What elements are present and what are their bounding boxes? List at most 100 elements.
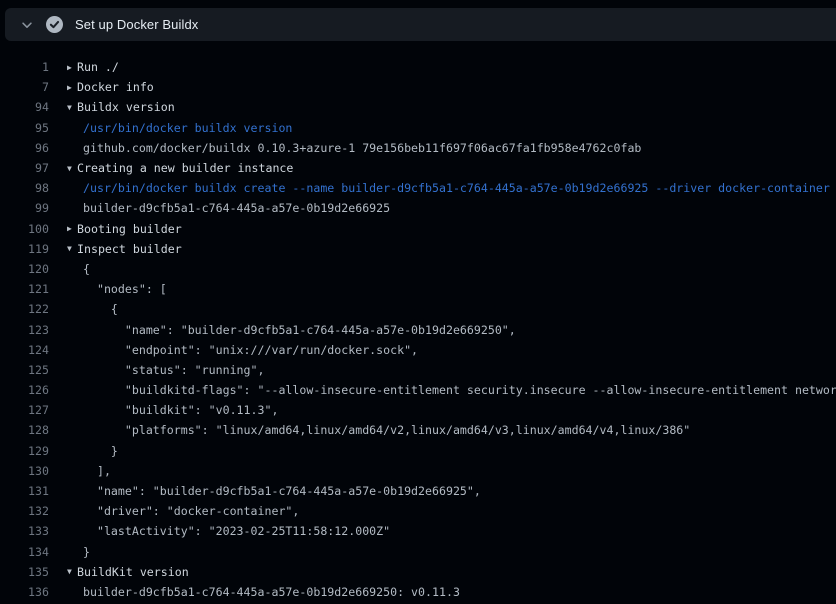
line-number-link[interactable]: 98 <box>0 181 49 195</box>
log-line: 96 github.com/docker/buildx 0.10.3+azure… <box>0 138 836 158</box>
line-number-link[interactable]: 97 <box>0 161 49 175</box>
step-title: Set up Docker Buildx <box>75 17 198 32</box>
line-number-link[interactable]: 131 <box>0 484 49 498</box>
log-line: 1 ▶ Run ./ <box>0 57 836 77</box>
log-line: 121 "nodes": [ <box>0 279 836 299</box>
group-toggle-icon[interactable]: ▶ <box>67 224 77 233</box>
log-line-body: } <box>83 545 90 559</box>
line-number-link[interactable]: 126 <box>0 383 49 397</box>
line-number-link[interactable]: 125 <box>0 363 49 377</box>
log-line: 98 /usr/bin/docker buildx create --name … <box>0 178 836 198</box>
log-line-text: "endpoint": "unix:///var/run/docker.sock… <box>83 343 418 357</box>
group-toggle-icon[interactable]: ▼ <box>67 244 77 253</box>
log-line-text: "driver": "docker-container", <box>83 504 299 518</box>
log-line: 132 "driver": "docker-container", <box>0 501 836 521</box>
log-line-body: "name": "builder-d9cfb5a1-c764-445a-a57e… <box>83 484 481 498</box>
chevron-down-icon[interactable] <box>19 17 35 33</box>
log-line-body[interactable]: ▶ Docker info <box>67 80 154 94</box>
log-line: 135 ▼ BuildKit version <box>0 562 836 582</box>
log-line: 95 /usr/bin/docker buildx version <box>0 118 836 138</box>
log-line-text: Inspect builder <box>77 242 182 256</box>
log-line-text: "buildkit": "v0.11.3", <box>83 403 278 417</box>
line-number-link[interactable]: 132 <box>0 504 49 518</box>
log-line-body: "driver": "docker-container", <box>83 504 299 518</box>
log-line-text: /usr/bin/docker buildx create --name bui… <box>83 181 830 195</box>
log-line: 136 builder-d9cfb5a1-c764-445a-a57e-0b19… <box>0 582 836 602</box>
line-number-link[interactable]: 135 <box>0 565 49 579</box>
log-line-text: builder-d9cfb5a1-c764-445a-a57e-0b19d2e6… <box>83 585 460 599</box>
log-line: 130 ], <box>0 461 836 481</box>
line-number-link[interactable]: 123 <box>0 323 49 337</box>
log-line-body[interactable]: ▼ BuildKit version <box>67 565 189 579</box>
log-line-text: Run ./ <box>77 60 119 74</box>
group-toggle-icon[interactable]: ▼ <box>67 567 77 576</box>
log-line-body: github.com/docker/buildx 0.10.3+azure-1 … <box>83 141 641 155</box>
line-number-link[interactable]: 134 <box>0 545 49 559</box>
log-line-body[interactable]: ▶ Booting builder <box>67 222 182 236</box>
log-line-body[interactable]: ▶ Run ./ <box>67 60 119 74</box>
log-line-body: /usr/bin/docker buildx version <box>83 121 292 135</box>
log-line: 120 { <box>0 259 836 279</box>
line-number-link[interactable]: 121 <box>0 282 49 296</box>
group-toggle-icon[interactable]: ▶ <box>67 83 77 92</box>
line-number-link[interactable]: 100 <box>0 222 49 236</box>
line-number-link[interactable]: 94 <box>0 100 49 114</box>
log-line: 97 ▼ Creating a new builder instance <box>0 158 836 178</box>
log-line-body: { <box>83 302 118 316</box>
log-line-body: "lastActivity": "2023-02-25T11:58:12.000… <box>83 524 390 538</box>
log-line-text: "lastActivity": "2023-02-25T11:58:12.000… <box>83 524 390 538</box>
group-toggle-icon[interactable]: ▶ <box>67 63 77 72</box>
line-number-link[interactable]: 119 <box>0 242 49 256</box>
log-line-body: /usr/bin/docker buildx create --name bui… <box>83 181 830 195</box>
log-line-body: builder-d9cfb5a1-c764-445a-a57e-0b19d2e6… <box>83 201 390 215</box>
log-line: 94 ▼ Buildx version <box>0 97 836 117</box>
line-number-link[interactable]: 133 <box>0 524 49 538</box>
log-line: 134 } <box>0 542 836 562</box>
log-line-text: Buildx version <box>77 100 175 114</box>
line-number-link[interactable]: 128 <box>0 423 49 437</box>
group-toggle-icon[interactable]: ▼ <box>67 164 77 173</box>
step-header[interactable]: Set up Docker Buildx <box>5 8 836 41</box>
log-line-text: { <box>83 262 90 276</box>
log-line-text: "nodes": [ <box>83 282 167 296</box>
log-line-body: } <box>83 444 118 458</box>
line-number-link[interactable]: 130 <box>0 464 49 478</box>
log-line: 122 { <box>0 299 836 319</box>
line-number-link[interactable]: 7 <box>0 80 49 94</box>
log-line-text: } <box>83 444 118 458</box>
log-line-text: /usr/bin/docker buildx version <box>83 121 292 135</box>
line-number-link[interactable]: 99 <box>0 201 49 215</box>
log-line-body[interactable]: ▼ Creating a new builder instance <box>67 161 293 175</box>
log-line-body[interactable]: ▼ Inspect builder <box>67 242 182 256</box>
log-line: 127 "buildkit": "v0.11.3", <box>0 400 836 420</box>
line-number-link[interactable]: 124 <box>0 343 49 357</box>
log-line: 124 "endpoint": "unix:///var/run/docker.… <box>0 340 836 360</box>
log-line-body[interactable]: ▼ Buildx version <box>67 100 175 114</box>
log-line-body: { <box>83 262 90 276</box>
line-number-link[interactable]: 122 <box>0 302 49 316</box>
log-line-body: "name": "builder-d9cfb5a1-c764-445a-a57e… <box>83 323 516 337</box>
log-line-text: } <box>83 545 90 559</box>
log-line-text: github.com/docker/buildx 0.10.3+azure-1 … <box>83 141 641 155</box>
line-number-link[interactable]: 96 <box>0 141 49 155</box>
log-line-text: Creating a new builder instance <box>77 161 293 175</box>
line-number-link[interactable]: 120 <box>0 262 49 276</box>
log-viewer: 1 ▶ Run ./ 7 ▶ Docker info 94 ▼ Buildx v… <box>0 41 836 602</box>
log-line-body: "nodes": [ <box>83 282 167 296</box>
log-line-body: "buildkit": "v0.11.3", <box>83 403 278 417</box>
log-line: 100 ▶ Booting builder <box>0 219 836 239</box>
line-number-link[interactable]: 129 <box>0 444 49 458</box>
group-toggle-icon[interactable]: ▼ <box>67 103 77 112</box>
log-line: 7 ▶ Docker info <box>0 77 836 97</box>
log-line: 128 "platforms": "linux/amd64,linux/amd6… <box>0 420 836 440</box>
log-line-text: { <box>83 302 118 316</box>
line-number-link[interactable]: 127 <box>0 403 49 417</box>
line-number-link[interactable]: 95 <box>0 121 49 135</box>
log-line-text: "buildkitd-flags": "--allow-insecure-ent… <box>83 383 836 397</box>
log-line: 126 "buildkitd-flags": "--allow-insecure… <box>0 380 836 400</box>
check-circle-icon <box>46 16 63 33</box>
log-line: 99 builder-d9cfb5a1-c764-445a-a57e-0b19d… <box>0 198 836 218</box>
line-number-link[interactable]: 1 <box>0 60 49 74</box>
log-line-body: "status": "running", <box>83 363 264 377</box>
line-number-link[interactable]: 136 <box>0 585 49 599</box>
